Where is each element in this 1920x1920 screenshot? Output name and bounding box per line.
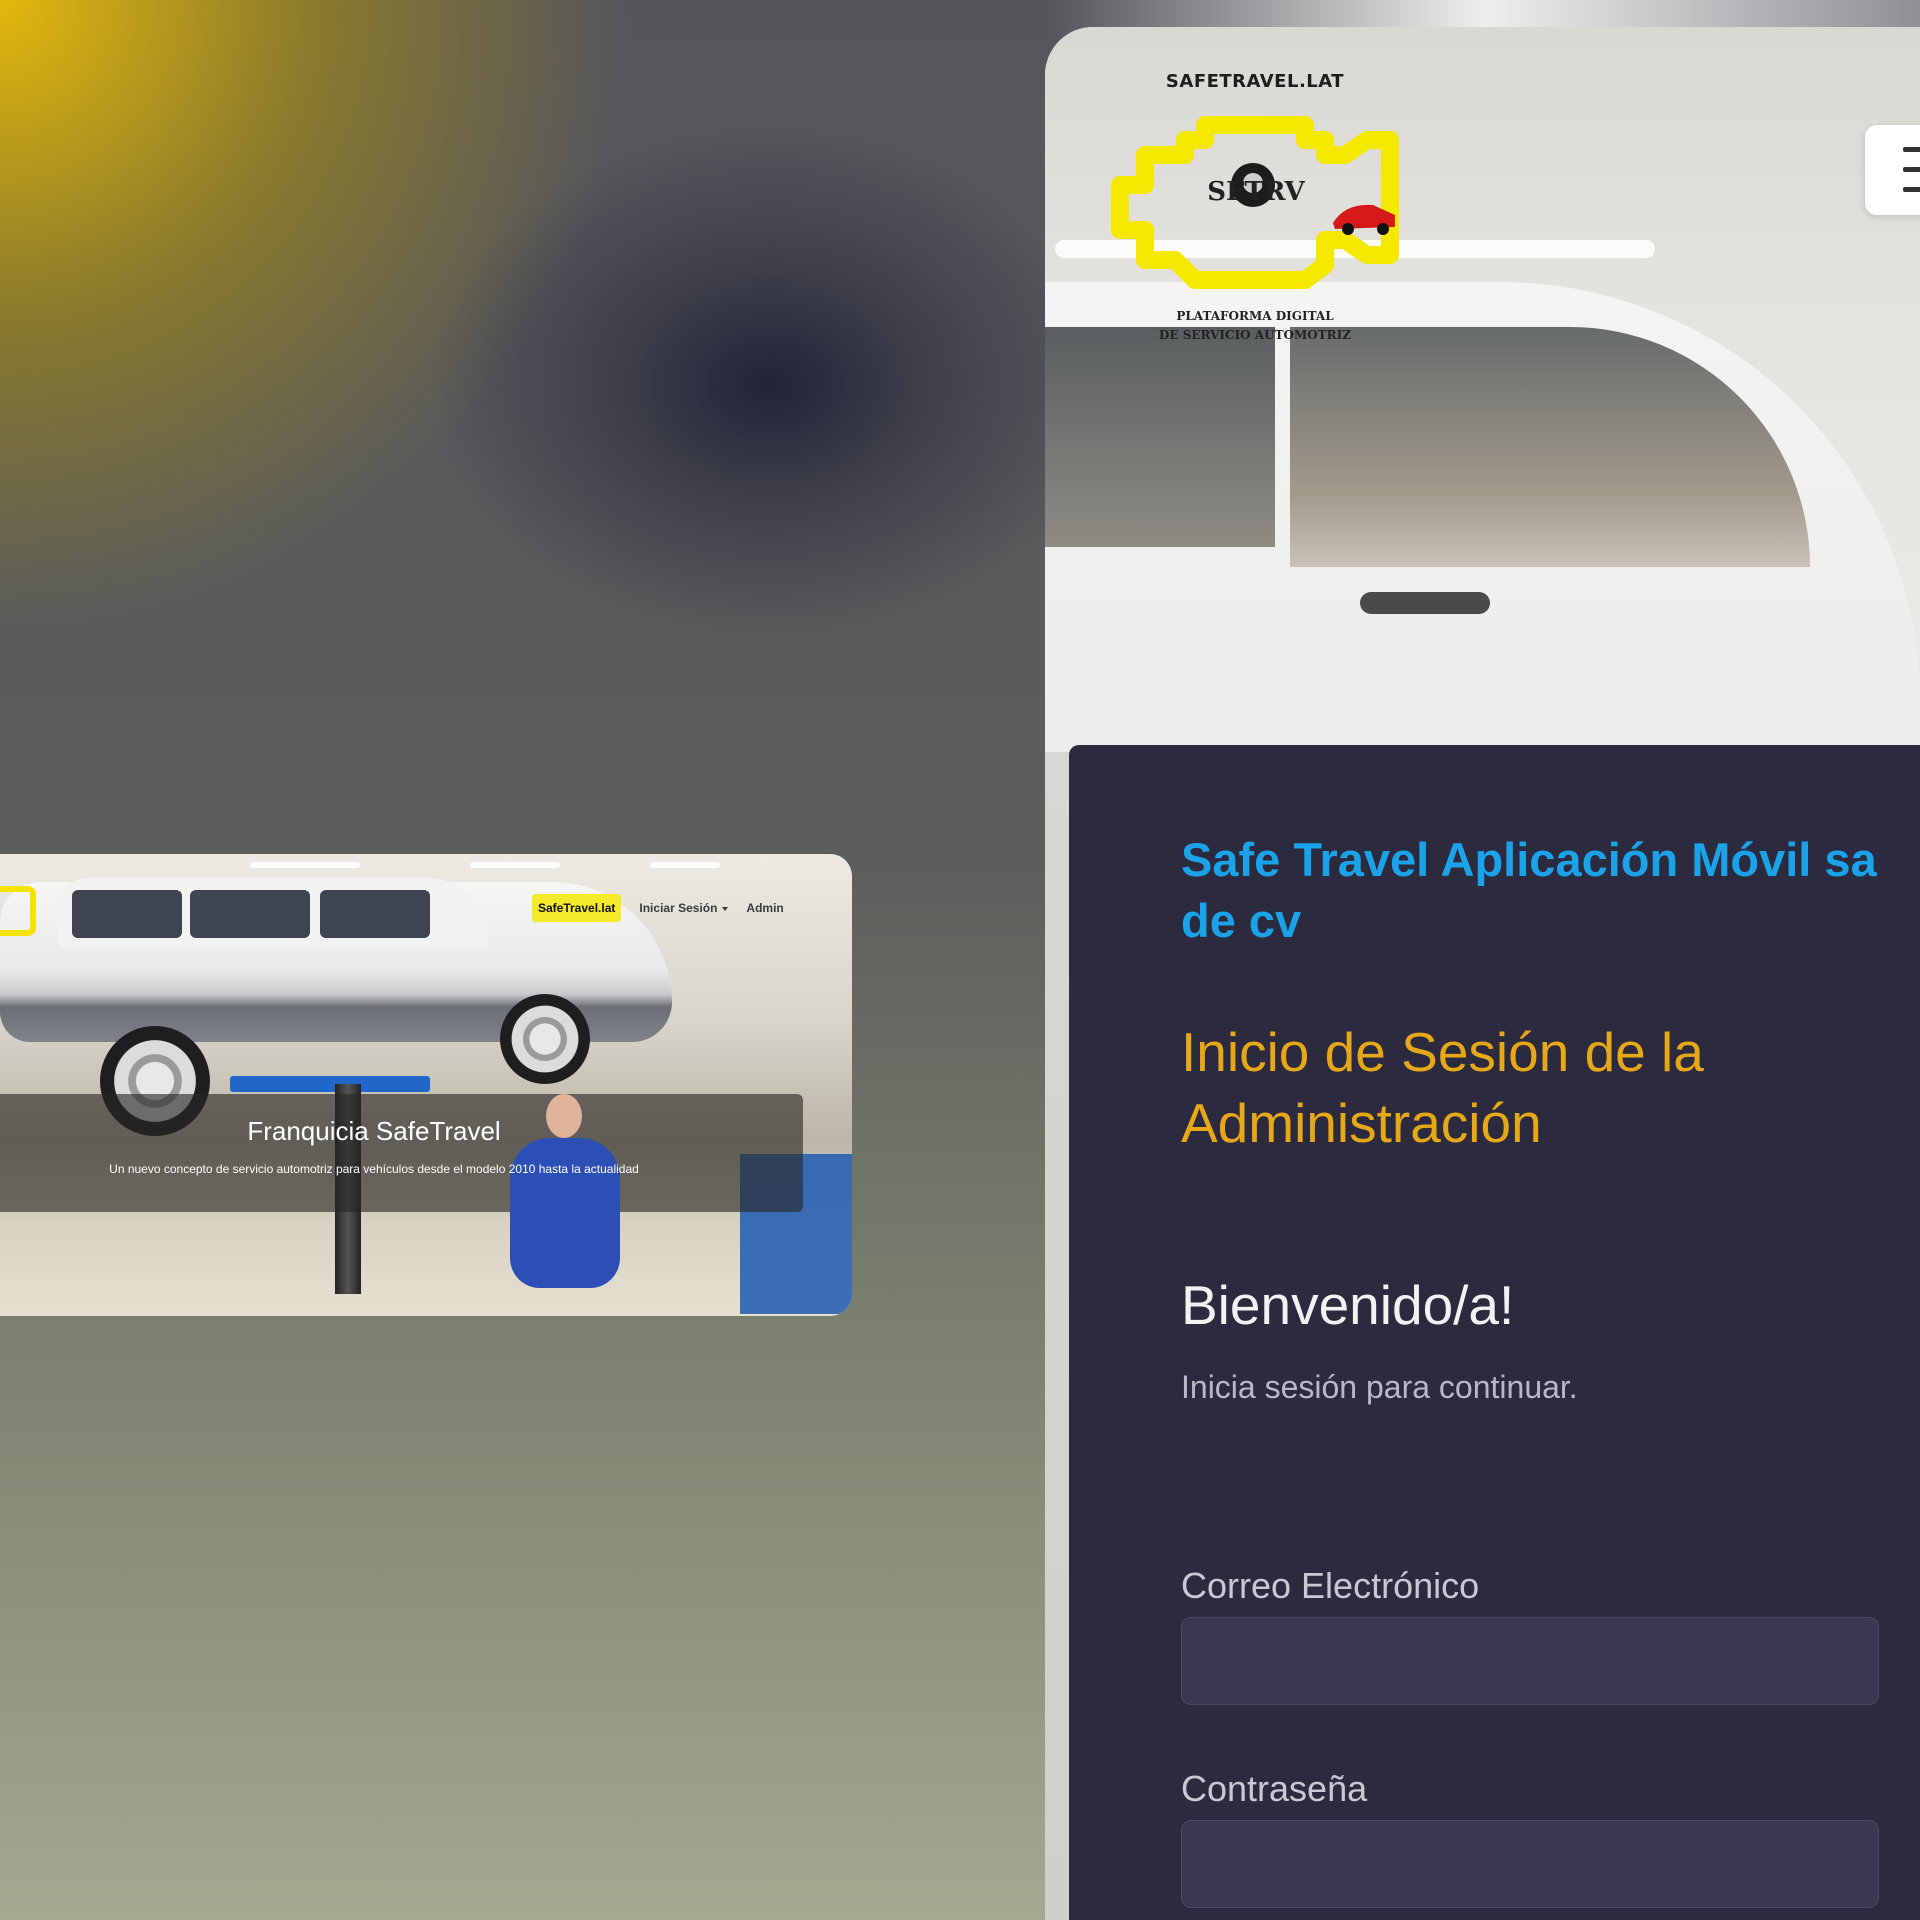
- logo-mark: SFTRV: [1207, 177, 1305, 207]
- welcome-heading: Bienvenido/a!: [1181, 1274, 1515, 1336]
- menu-bar-icon: [1903, 187, 1920, 192]
- nav-brand-link[interactable]: SafeTravel.lat: [532, 894, 622, 922]
- site-logo[interactable]: [0, 886, 36, 936]
- login-panel: Safe Travel Aplicación Móvil sa de cv In…: [1069, 745, 1920, 1920]
- ceiling-light: [650, 862, 720, 868]
- logo-tagline-line2: DE SERVICIO AUTOMOTRIZ: [1159, 328, 1351, 342]
- hero-subtitle: Un nuevo concepto de servicio automotriz…: [109, 1162, 639, 1176]
- menu-bar-icon: [1903, 167, 1920, 172]
- logo-tagline: PLATAFORMA DIGITAL DE SERVICIO AUTOMOTRI…: [1105, 307, 1405, 345]
- car-window: [1045, 327, 1275, 547]
- login-title: Inicio de Sesión de la Administración: [1181, 1021, 1704, 1154]
- mobile-login-preview: SAFETRAVEL.LAT SFTRV PLATAFORMA DIGITAL …: [1045, 27, 1920, 1920]
- password-field[interactable]: [1181, 1820, 1879, 1908]
- company-name: Safe Travel Aplicación Móvil sa de cv: [1181, 833, 1877, 947]
- mechanic-body: [510, 1138, 620, 1288]
- car-window: [190, 890, 310, 938]
- caret-down-icon: [722, 906, 729, 911]
- car-window: [72, 890, 182, 938]
- car-window: [320, 890, 430, 938]
- car-lift: [230, 1076, 430, 1092]
- password-label: Contraseña: [1181, 1768, 1368, 1809]
- menu-bar-icon: [1903, 147, 1920, 152]
- nav-admin-link[interactable]: Admin: [746, 901, 783, 915]
- hero-caption-band: [0, 1094, 803, 1212]
- welcome-subtitle: Inicia sesión para continuar.: [1181, 1369, 1578, 1405]
- ceiling-light: [250, 862, 360, 868]
- car-wheel: [500, 994, 590, 1084]
- logo-top-text: SAFETRAVEL.LAT: [1165, 71, 1345, 92]
- hamburger-menu-button[interactable]: [1865, 125, 1920, 215]
- safetravel-logo[interactable]: SAFETRAVEL.LAT SFTRV PLATAFORMA DIGITAL …: [1105, 47, 1435, 347]
- email-field[interactable]: [1181, 1617, 1879, 1705]
- desktop-site-preview: SafeTravel.lat Iniciar Sesión Admin Fran…: [0, 854, 852, 1316]
- hero-title: Franquicia SafeTravel: [247, 1116, 501, 1146]
- showcase-stage: SafeTravel.lat Iniciar Sesión Admin Fran…: [0, 0, 1920, 1920]
- ceiling-light: [470, 862, 560, 868]
- nav-login-label: Iniciar Sesión: [639, 901, 718, 915]
- nav-login-dropdown[interactable]: Iniciar Sesión: [639, 901, 729, 915]
- logo-tagline-line1: PLATAFORMA DIGITAL: [1176, 309, 1334, 323]
- car-door-handle: [1360, 592, 1490, 614]
- desktop-navbar: SafeTravel.lat Iniciar Sesión Admin: [532, 894, 784, 922]
- email-label: Correo Electrónico: [1181, 1565, 1480, 1606]
